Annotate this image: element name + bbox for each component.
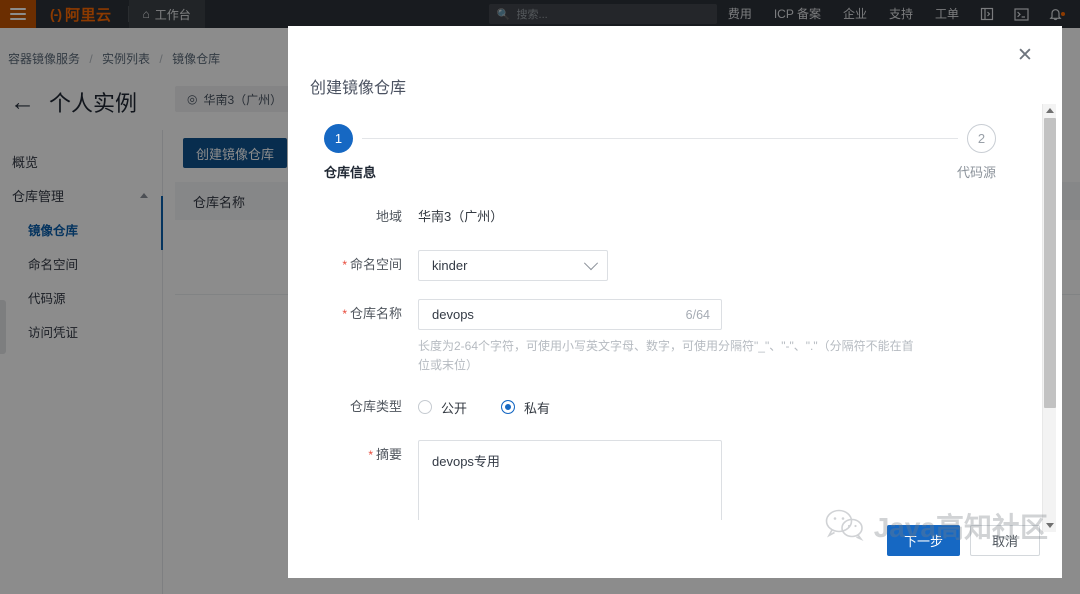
step-indicator: 1 仓库信息 2 代码源 [324, 124, 996, 196]
scroll-down-arrow-icon[interactable] [1043, 519, 1057, 532]
form-row-region: 地域 华南3（广州） [288, 202, 1046, 232]
cancel-button[interactable]: 取消 [970, 525, 1040, 556]
step-1-label: 仓库信息 [324, 165, 377, 180]
form-row-repo-type: 仓库类型 公开 私有 [288, 392, 1046, 422]
repo-name-field-label: * 仓库名称 [342, 306, 402, 321]
page-root: (-) 阿里云 ⌂ 工作台 🔍 搜索... 费用 ICP 备案 企业 支持 工单 [0, 0, 1080, 594]
summary-field-label: * 摘要 [368, 447, 402, 463]
required-asterisk-icon: * [342, 307, 347, 321]
scroll-up-arrow-icon[interactable] [1043, 104, 1057, 117]
step-connector-line [362, 138, 958, 139]
radio-circle-icon [418, 400, 432, 415]
chevron-down-icon [583, 255, 599, 270]
namespace-field-label: * 命名空间 [342, 257, 402, 272]
repo-name-input[interactable]: devops 6/64 [418, 299, 722, 330]
dialog-body: 1 仓库信息 2 代码源 地域 华南3（广州） * 命名空间 kinder * … [288, 104, 1046, 520]
radio-circle-selected-icon [501, 400, 516, 415]
repo-type-radio-group: 公开 私有 [418, 392, 1046, 422]
repo-type-field-label: 仓库类型 [349, 399, 402, 415]
form-row-summary: *摘要 devops专用 8/100 长度最长100个字符 [288, 440, 1046, 520]
radio-option-label: 公开 [441, 400, 468, 416]
repo-name-help-text: 长度为2-64个字符，可使用小写英文字母、数字，可使用分隔符"_"、"-"、".… [418, 339, 914, 372]
namespace-select[interactable]: kinder [418, 250, 608, 281]
repository-form: 地域 华南3（广州） * 命名空间 kinder * 仓库名称 devops 6… [288, 202, 1046, 520]
dialog-title: 创建镜像仓库 [310, 80, 407, 97]
region-field-value: 华南3（广州） [418, 209, 504, 224]
step-2-circle[interactable]: 2 [967, 124, 996, 153]
step-2-label: 代码源 [956, 165, 996, 180]
required-asterisk-icon: * [368, 448, 373, 463]
summary-textarea-value: devops专用 [432, 454, 500, 470]
create-repository-dialog: 创建镜像仓库 ✕ 1 仓库信息 2 代码源 地域 华南3（广州） * 命名空间 … [288, 26, 1062, 578]
next-step-button[interactable]: 下一步 [886, 525, 960, 556]
namespace-select-value: kinder [432, 258, 468, 273]
repo-name-input-value: devops [432, 307, 474, 322]
radio-option-public[interactable]: 公开 [418, 398, 467, 417]
summary-textarea[interactable]: devops专用 8/100 [418, 440, 722, 520]
close-icon[interactable]: ✕ [1012, 42, 1038, 68]
dialog-footer: 下一步 取消 [886, 525, 1040, 556]
form-row-repo-name: * 仓库名称 devops 6/64 长度为2-64个字符，可使用小写英文字母、数… [288, 299, 1046, 374]
scrollbar-thumb[interactable] [1044, 118, 1056, 408]
step-1-circle[interactable]: 1 [324, 124, 353, 153]
required-asterisk-icon: * [342, 258, 347, 272]
radio-option-private[interactable]: 私有 [501, 398, 550, 417]
dialog-scrollbar[interactable] [1042, 104, 1056, 532]
region-field-label: 地域 [375, 209, 402, 224]
radio-option-label: 私有 [524, 400, 551, 416]
repo-name-char-counter: 6/64 [685, 307, 710, 322]
form-row-namespace: * 命名空间 kinder [288, 250, 1046, 281]
